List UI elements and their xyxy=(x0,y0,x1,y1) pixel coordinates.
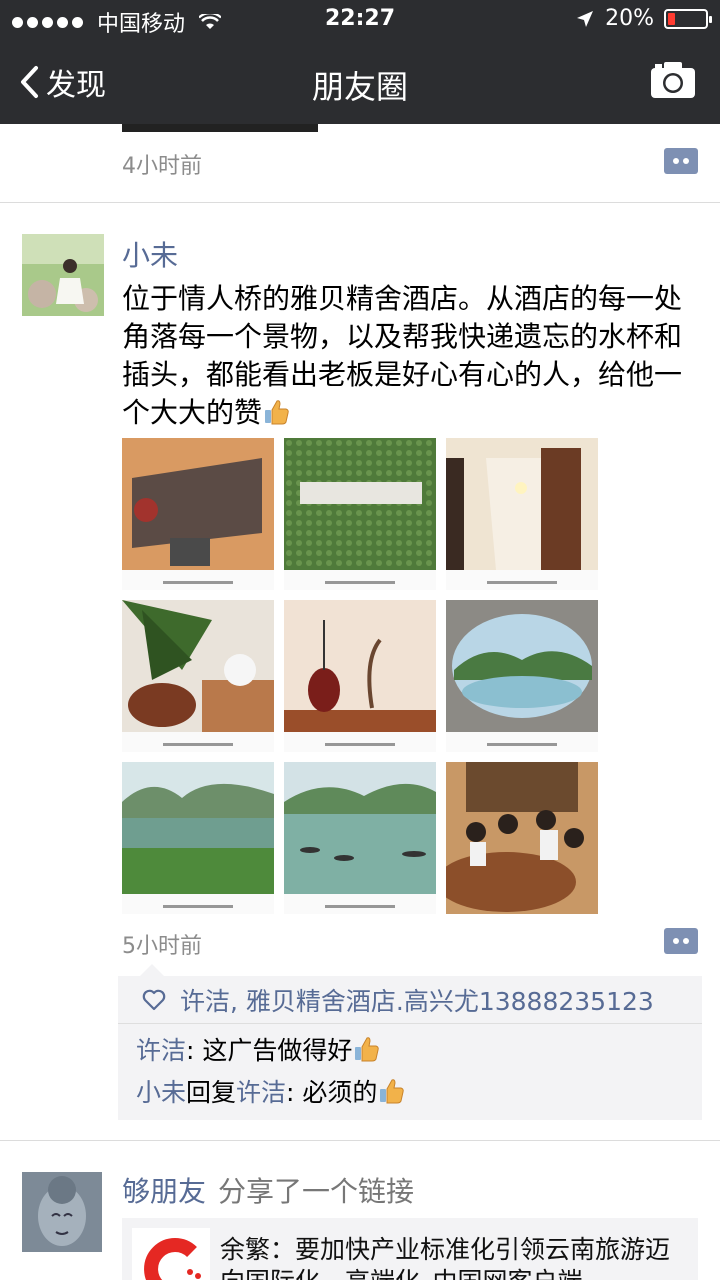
comment-author[interactable]: 小未 xyxy=(136,1078,186,1107)
post-author[interactable]: 够朋友 xyxy=(122,1170,206,1210)
thumbs-up-emoji-icon xyxy=(355,1037,380,1062)
comment-item[interactable]: 小未回复许洁: 必须的 xyxy=(136,1072,702,1114)
post-text: 位于情人桥的雅贝精舍酒店。从酒店的每一处角落每一个景物，以及帮我快递遗忘的水杯和… xyxy=(122,280,702,432)
reply-target[interactable]: 许洁 xyxy=(236,1078,286,1107)
link-title: 余繁：要加快产业标准化引领云南旅游迈向国际化、高端化_中国网客户端 xyxy=(220,1235,671,1280)
photo-7[interactable] xyxy=(122,762,274,914)
shared-link-card[interactable]: 余繁：要加快产业标准化引领云南旅游迈向国际化、高端化_中国网客户端 xyxy=(122,1218,698,1280)
comment-text: : 这广告做得好 xyxy=(186,1036,353,1065)
post-divider xyxy=(0,202,720,203)
nav-bar: 发现 朋友圈 xyxy=(0,40,720,124)
photo-3[interactable] xyxy=(446,438,598,590)
photo-4[interactable] xyxy=(122,600,274,752)
post-time: 5小时前 xyxy=(122,934,202,959)
photo-6[interactable] xyxy=(446,600,598,752)
comment-author[interactable]: 许洁 xyxy=(136,1036,186,1065)
status-right: 20% xyxy=(575,6,712,31)
post-text-content: 位于情人桥的雅贝精舍酒店。从酒店的每一处角落每一个景物，以及帮我快递遗忘的水杯和… xyxy=(122,282,683,429)
likes-names[interactable]: 许洁, 雅贝精舍酒店.高兴尤13888235123 xyxy=(180,982,654,1018)
previous-post-media-edge xyxy=(122,124,318,132)
post-divider xyxy=(0,1140,720,1141)
thumbs-up-emoji-icon xyxy=(265,400,289,425)
share-header: 够朋友 分享了一个链接 xyxy=(122,1170,414,1210)
reply-word: 回复 xyxy=(186,1078,237,1107)
battery-icon xyxy=(664,8,712,29)
top-bar: 中国移动 22:27 20% 发现 朋友圈 xyxy=(0,0,720,124)
photo-8[interactable] xyxy=(284,762,436,914)
battery-fill xyxy=(668,12,675,25)
previous-post-comment-button[interactable] xyxy=(664,148,698,174)
heart-icon xyxy=(142,989,166,1010)
camera-icon[interactable] xyxy=(650,60,696,100)
likes-comments-box: 许洁, 雅贝精舍酒店.高兴尤13888235123 许洁: 这广告做得好 小未回… xyxy=(118,964,702,1120)
comment-item[interactable]: 许洁: 这广告做得好 xyxy=(136,1030,702,1072)
battery-percent: 20% xyxy=(605,6,654,31)
status-bar: 中国移动 22:27 20% xyxy=(0,0,720,40)
comment-text: : 必须的 xyxy=(286,1078,378,1107)
page-title: 朋友圈 xyxy=(311,68,408,106)
photo-9[interactable] xyxy=(446,762,598,914)
avatar[interactable] xyxy=(22,1172,102,1252)
location-arrow-icon xyxy=(577,10,594,27)
thumbs-up-emoji-icon xyxy=(380,1079,405,1104)
photo-1[interactable] xyxy=(122,438,274,590)
previous-post-time: 4小时前 xyxy=(122,154,202,179)
likes-row: 许洁, 雅贝精舍酒店.高兴尤13888235123 xyxy=(118,976,702,1024)
post-author[interactable]: 小未 xyxy=(122,234,178,274)
post-comment-button[interactable] xyxy=(664,928,698,954)
photo-5[interactable] xyxy=(284,600,436,752)
photo-2[interactable] xyxy=(284,438,436,590)
share-verb: 分享了一个链接 xyxy=(218,1175,415,1208)
avatar[interactable] xyxy=(22,234,104,316)
link-logo-icon xyxy=(132,1228,210,1280)
comments-list: 许洁: 这广告做得好 小未回复许洁: 必须的 xyxy=(118,1024,702,1120)
